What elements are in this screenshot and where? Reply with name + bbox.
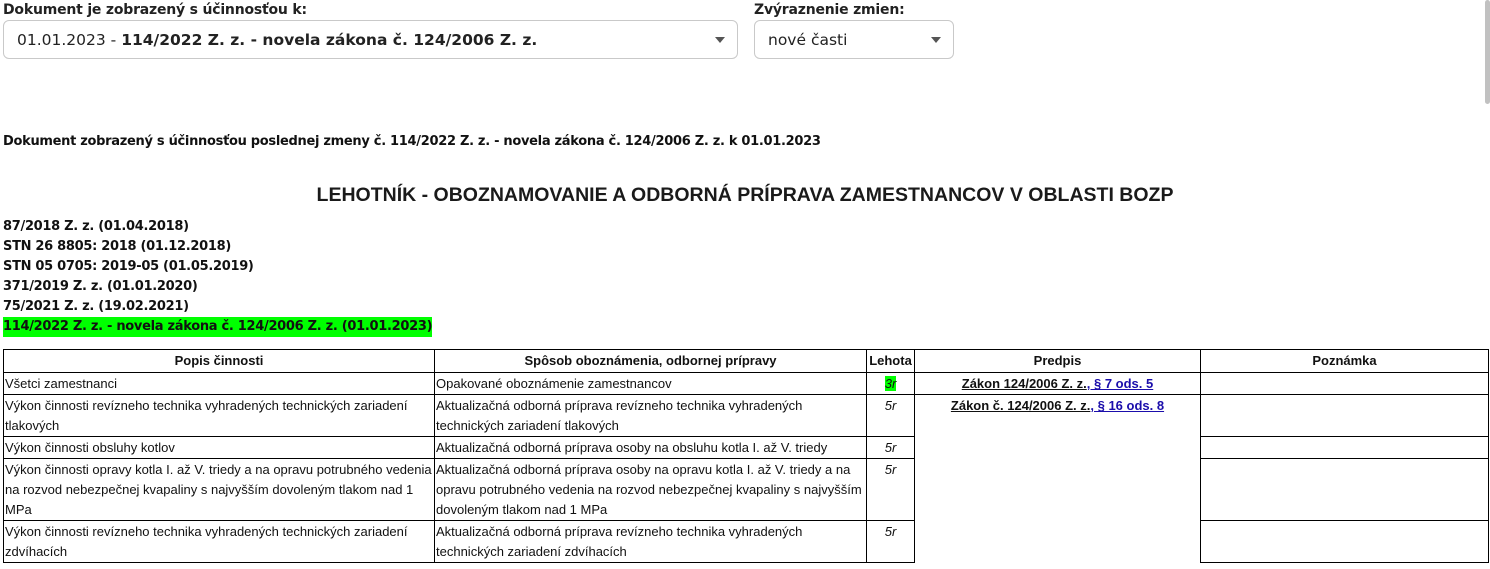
- highlight-select-value: nové časti: [768, 30, 848, 49]
- reference-item: 87/2018 Z. z. (01.04.2018): [3, 219, 189, 234]
- highlight-select[interactable]: nové časti: [754, 20, 954, 59]
- table-row: Všetci zamestnanci Opakované oboznámenie…: [3, 372, 1489, 395]
- cell-sposob: Aktualizačná odborná príprava revízneho …: [434, 394, 867, 437]
- cell-sposob: Aktualizačná odborná príprava osoby na o…: [434, 458, 867, 521]
- table-row: Výkon činnosti revízneho technika vyhrad…: [3, 520, 1489, 563]
- column-header-lehota: Lehota: [866, 349, 915, 373]
- cell-poznamka: [1200, 520, 1489, 563]
- cell-lehota: 3r: [866, 372, 915, 395]
- document-title: LEHOTNÍK - OBOZNAMOVANIE A ODBORNÁ PRÍPR…: [316, 184, 1174, 206]
- cell-sposob: Aktualizačná odborná príprava revízneho …: [434, 520, 867, 563]
- effectivity-amendment: 114/2022 Z. z. - novela zákona č. 124/20…: [121, 30, 538, 49]
- effectivity-label: Dokument je zobrazený s účinnosťou k:: [3, 2, 307, 18]
- column-header-popis: Popis činnosti: [3, 349, 435, 373]
- cell-popis: Výkon činnosti revízneho technika vyhrad…: [3, 520, 435, 563]
- highlight-label: Zvýraznenie zmien:: [754, 2, 905, 18]
- lehota-value-highlighted: 3r: [884, 376, 897, 391]
- predpis-section-link[interactable]: , § 7 ods. 5: [1087, 376, 1153, 391]
- reference-item: 371/2019 Z. z. (01.01.2020): [3, 279, 198, 294]
- predpis-law: Zákon č. 124/2006 Z. z.: [950, 398, 1091, 413]
- effectivity-select-value: 01.01.2023 - 114/2022 Z. z. - novela zák…: [17, 31, 707, 49]
- cell-popis: Výkon činnosti opravy kotla I. až V. tri…: [3, 458, 435, 521]
- cell-lehota: 5r: [866, 436, 915, 459]
- cell-lehota: 5r: [866, 394, 915, 437]
- cell-poznamka: [1200, 394, 1489, 437]
- cell-predpis: Zákon č. 124/2006 Z. z., § 16 ods. 8: [914, 394, 1201, 563]
- scrollbar[interactable]: [1485, 0, 1490, 104]
- cell-poznamka: [1200, 372, 1489, 395]
- predpis-section-link[interactable]: , § 16 ods. 8: [1090, 398, 1164, 413]
- effectivity-date: 01.01.2023 -: [17, 30, 122, 49]
- cell-popis: Výkon činnosti obsluhy kotlov: [3, 436, 435, 459]
- effectivity-select[interactable]: 01.01.2023 - 114/2022 Z. z. - novela zák…: [3, 20, 738, 59]
- cell-poznamka: [1200, 458, 1489, 521]
- table-row: Výkon činnosti obsluhy kotlov Aktualizač…: [3, 436, 1489, 459]
- table-row: Výkon činnosti opravy kotla I. až V. tri…: [3, 458, 1489, 521]
- cell-lehota: 5r: [866, 458, 915, 521]
- cell-predpis: Zákon 124/2006 Z. z., § 7 ods. 5: [914, 372, 1201, 395]
- column-header-predpis: Predpis: [914, 349, 1201, 373]
- effectivity-info: Dokument zobrazený s účinnosťou posledne…: [3, 134, 821, 149]
- reference-item: STN 05 0705: 2019-05 (01.05.2019): [3, 259, 254, 274]
- cell-popis: Výkon činnosti revízneho technika vyhrad…: [3, 394, 435, 437]
- cell-lehota: 5r: [866, 520, 915, 563]
- table-header-row: Popis činnosti Spôsob oboznámenia, odbor…: [3, 349, 1489, 373]
- cell-sposob: Opakované oboznámenie zamestnancov: [434, 372, 867, 395]
- cell-sposob: Aktualizačná odborná príprava osoby na o…: [434, 436, 867, 459]
- predpis-law: Zákon 124/2006 Z. z.: [961, 376, 1087, 391]
- table-row: Výkon činnosti revízneho technika vyhrad…: [3, 394, 1489, 563]
- cell-poznamka: [1200, 436, 1489, 459]
- column-header-poznamka: Poznámka: [1200, 349, 1489, 373]
- deadline-table: Popis činnosti Spôsob oboznámenia, odbor…: [3, 349, 1489, 563]
- reference-list: 87/2018 Z. z. (01.04.2018) STN 26 8805: …: [3, 217, 433, 337]
- chevron-down-icon: [931, 36, 941, 43]
- reference-item-highlighted: 114/2022 Z. z. - novela zákona č. 124/20…: [3, 317, 433, 337]
- reference-item: STN 26 8805: 2018 (01.12.2018): [3, 239, 231, 254]
- reference-item: 75/2021 Z. z. (19.02.2021): [3, 299, 189, 314]
- chevron-down-icon: [715, 36, 725, 43]
- column-header-sposob: Spôsob oboznámenia, odbornej prípravy: [434, 349, 867, 373]
- cell-popis: Všetci zamestnanci: [3, 372, 435, 395]
